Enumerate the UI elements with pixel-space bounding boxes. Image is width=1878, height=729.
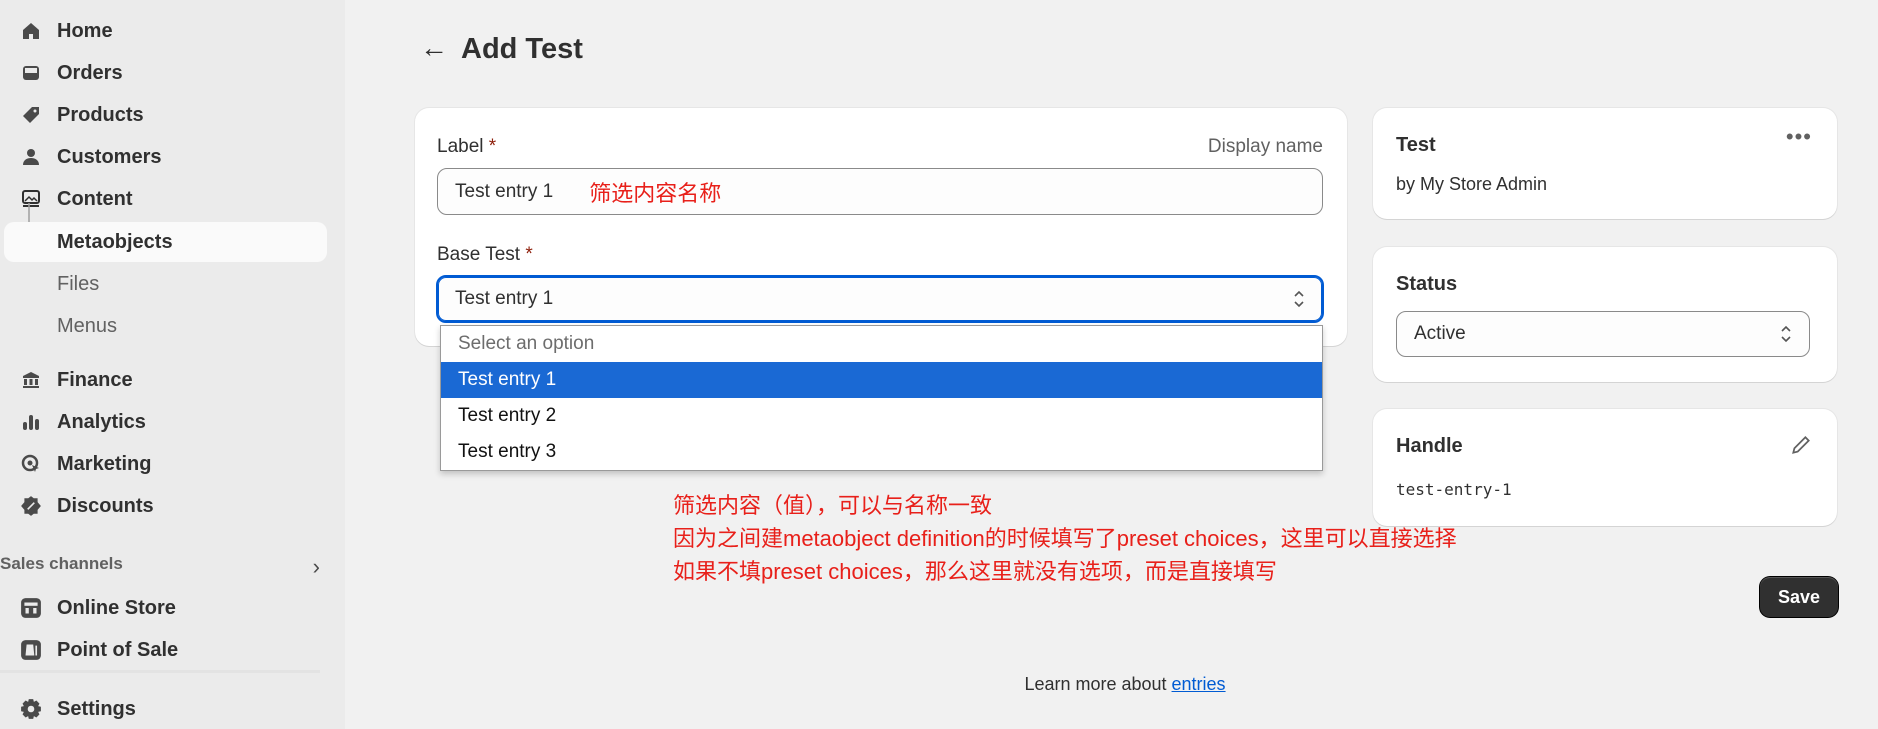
inbox-icon <box>19 61 43 85</box>
handle-card: Handle test-entry-1 <box>1373 409 1837 526</box>
handle-value: test-entry-1 <box>1396 480 1512 499</box>
nav-settings[interactable]: Settings <box>0 689 330 729</box>
target-icon <box>19 452 43 476</box>
pencil-icon[interactable] <box>1790 434 1812 456</box>
option-test-entry-3[interactable]: Test entry 3 <box>441 434 1322 470</box>
nav-analytics[interactable]: Analytics <box>0 402 330 442</box>
back-arrow-icon[interactable]: ← <box>420 32 448 64</box>
annotation-line: 如果不填preset choices，那么这里就没有选项，而是直接填写 <box>673 559 1277 584</box>
chevron-right-icon[interactable]: › <box>313 554 320 580</box>
display-name-hint: Display name <box>1207 136 1323 157</box>
definition-card: Test by My Store Admin ••• <box>1373 108 1837 219</box>
nav-finance[interactable]: Finance <box>0 360 330 400</box>
select-arrows-icon <box>1781 325 1791 343</box>
nav-files[interactable]: Files <box>0 264 330 304</box>
nav-products[interactable]: Products <box>0 95 330 135</box>
handle-title: Handle <box>1396 435 1463 457</box>
divider <box>0 670 320 673</box>
bar-chart-icon <box>19 410 43 434</box>
nav-marketing[interactable]: Marketing <box>0 444 330 484</box>
label-field-label: Label * <box>437 136 497 157</box>
base-test-select[interactable]: Test entry 1 <box>436 275 1324 323</box>
nav-point-of-sale[interactable]: Point of Sale <box>0 630 330 670</box>
home-icon <box>19 19 43 43</box>
nav-discounts[interactable]: Discounts <box>0 486 330 526</box>
definition-title: Test <box>1396 134 1436 156</box>
annotation-line: 筛选内容（值），可以与名称一致 <box>673 493 993 518</box>
pos-icon <box>19 638 43 662</box>
nav-online-store[interactable]: Online Store <box>0 588 330 628</box>
nav-orders[interactable]: Orders <box>0 53 330 93</box>
tag-icon <box>19 103 43 127</box>
discount-icon <box>19 494 43 518</box>
gear-icon <box>19 697 43 721</box>
base-test-dropdown: Select an option Test entry 1 Test entry… <box>440 325 1323 471</box>
label-input[interactable]: Test entry 1 筛选内容名称 <box>437 168 1323 215</box>
definition-author: by My Store Admin <box>1396 174 1548 194</box>
more-options-icon[interactable]: ••• <box>1786 124 1812 150</box>
base-test-label: Base Test * <box>437 244 533 265</box>
save-button[interactable]: Save <box>1760 577 1838 617</box>
sales-channels-header[interactable]: Sales channels › <box>0 554 330 579</box>
page-title: Add Test <box>461 33 583 65</box>
nav-customers[interactable]: Customers <box>0 137 330 177</box>
option-placeholder[interactable]: Select an option <box>441 326 1322 362</box>
option-test-entry-1[interactable]: Test entry 1 <box>441 362 1322 398</box>
option-test-entry-2[interactable]: Test entry 2 <box>441 398 1322 434</box>
person-icon <box>19 145 43 169</box>
nav-metaobjects[interactable]: Metaobjects <box>4 222 327 262</box>
status-title: Status <box>1396 273 1458 295</box>
learn-more-text: Learn more about entries <box>1024 674 1226 694</box>
entries-link[interactable]: entries <box>1172 674 1226 694</box>
bank-icon <box>19 368 43 392</box>
label-annotation: 筛选内容名称 <box>589 180 722 206</box>
status-card: Status Active <box>1373 247 1837 382</box>
annotation-line: 因为之间建metaobject definition的时候填写了preset c… <box>673 526 1457 551</box>
select-arrows-icon <box>1294 290 1304 308</box>
status-select[interactable]: Active <box>1396 311 1810 357</box>
sidebar: Home Orders Products Customers Content M… <box>0 0 345 729</box>
nav-menus[interactable]: Menus <box>0 306 330 346</box>
store-icon <box>19 596 43 620</box>
nav-content[interactable]: Content <box>0 179 330 219</box>
nav-home[interactable]: Home <box>0 11 330 51</box>
